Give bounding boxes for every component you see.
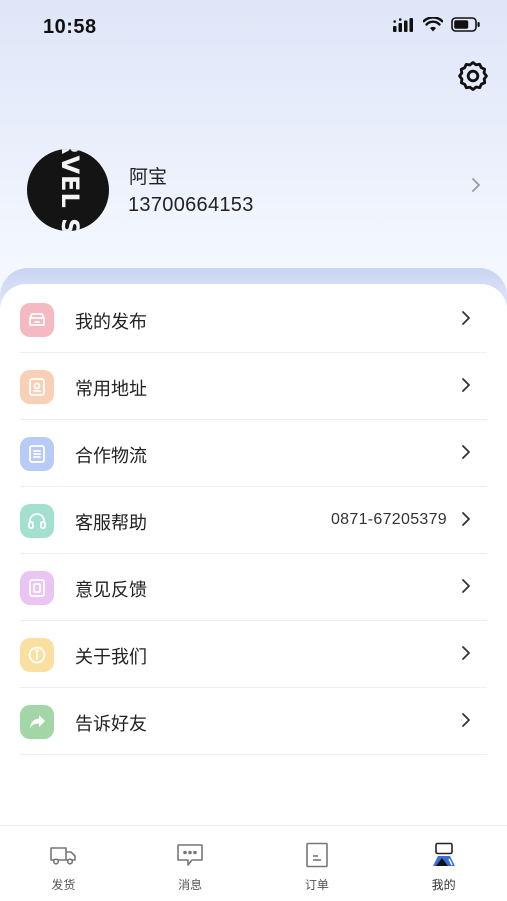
menu-item-label: 关于我们 xyxy=(75,647,147,667)
status-icons xyxy=(393,16,481,37)
menu-item-about-us[interactable]: 关于我们 xyxy=(0,621,507,688)
menu-list: 我的发布 常用地址 合作物流 客服帮助 0871-67205379 意见反馈 关… xyxy=(0,286,507,755)
menu-item-feedback[interactable]: 意见反馈 xyxy=(0,554,507,621)
tab-label: 发货 xyxy=(51,878,76,892)
chevron-right-icon xyxy=(461,377,471,398)
tab-label: 我的 xyxy=(431,878,456,892)
chevron-right-icon xyxy=(461,310,471,331)
chevron-right-icon xyxy=(461,511,471,532)
menu-item-my-posts[interactable]: 我的发布 xyxy=(0,286,507,353)
menu-item-label: 我的发布 xyxy=(75,312,147,332)
avatar-text: RVEL STUD xyxy=(56,149,84,231)
logistics-icon xyxy=(20,437,54,471)
truck-icon xyxy=(49,842,77,868)
menu-item-tell-friends[interactable]: 告诉好友 xyxy=(0,688,507,755)
wifi-icon xyxy=(422,16,444,37)
chevron-right-icon xyxy=(461,712,471,733)
avatar[interactable]: RVEL STUD xyxy=(27,149,109,231)
bottom-tab-bar: 发货 消息 订单 我的 xyxy=(0,825,507,901)
profile-icon xyxy=(430,842,458,868)
chevron-right-icon xyxy=(461,578,471,599)
tab-orders[interactable]: 订单 xyxy=(254,826,381,901)
tab-label: 消息 xyxy=(178,878,203,892)
feedback-icon xyxy=(20,571,54,605)
user-name: 阿宝 xyxy=(129,167,168,188)
status-bar: 10:58 xyxy=(0,0,507,56)
address-icon xyxy=(20,370,54,404)
tab-messages[interactable]: 消息 xyxy=(127,826,254,901)
settings-button[interactable] xyxy=(455,60,491,96)
menu-item-label: 意见反馈 xyxy=(75,580,147,600)
share-icon xyxy=(20,705,54,739)
service-phone[interactable]: 0871-67205379 xyxy=(331,511,447,529)
cellular-signal-icon xyxy=(393,17,415,37)
info-icon xyxy=(20,638,54,672)
user-phone: 13700664153 xyxy=(128,194,254,216)
order-icon xyxy=(305,842,329,868)
chevron-right-icon xyxy=(461,645,471,666)
tab-mine[interactable]: 我的 xyxy=(380,826,507,901)
chevron-right-icon xyxy=(461,444,471,465)
publish-icon xyxy=(20,303,54,337)
profile-section[interactable]: RVEL STUD 阿宝 13700664153 xyxy=(27,149,487,231)
menu-item-common-address[interactable]: 常用地址 xyxy=(0,353,507,420)
tab-label: 订单 xyxy=(304,878,329,892)
battery-icon xyxy=(451,17,481,37)
menu-item-label: 常用地址 xyxy=(75,379,147,399)
chevron-right-icon xyxy=(471,177,481,198)
headset-icon xyxy=(20,504,54,538)
menu-item-partner-logistics[interactable]: 合作物流 xyxy=(0,420,507,487)
menu-item-label: 客服帮助 xyxy=(75,513,147,533)
tab-ship[interactable]: 发货 xyxy=(0,826,127,901)
menu-item-label: 合作物流 xyxy=(75,446,147,466)
message-icon xyxy=(176,842,204,868)
gear-icon xyxy=(456,59,490,98)
status-time: 10:58 xyxy=(43,16,97,38)
menu-item-customer-service[interactable]: 客服帮助 0871-67205379 xyxy=(0,487,507,554)
divider xyxy=(20,754,487,755)
menu-item-label: 告诉好友 xyxy=(75,714,147,734)
